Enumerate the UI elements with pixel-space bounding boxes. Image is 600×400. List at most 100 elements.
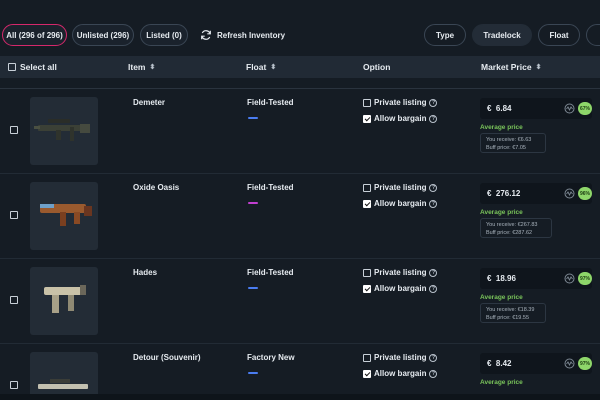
item-wear: Field-Tested xyxy=(247,268,294,277)
private-listing-label: Private listing xyxy=(374,353,427,362)
buff-price: Buff price: €19.55 xyxy=(486,315,530,321)
private-listing-option[interactable]: Private listing? xyxy=(363,98,438,107)
average-price-label: Average price xyxy=(480,294,523,301)
sort-icon: ⬍ xyxy=(149,64,156,71)
price-input[interactable]: € 276.12 96% xyxy=(480,183,592,204)
item-wear: Factory New xyxy=(247,353,295,362)
private-listing-option[interactable]: Private listing? xyxy=(363,268,438,277)
price-input[interactable]: € 6.84 67% xyxy=(480,98,592,119)
info-icon[interactable]: ? xyxy=(429,114,438,123)
filter-tradelock-label: Tradelock xyxy=(483,30,521,40)
top-bar: All (296 of 296) Unlisted (296) Listed (… xyxy=(0,0,600,52)
allow-bargain-option[interactable]: Allow bargain? xyxy=(363,369,438,378)
sort-icon: ⬍ xyxy=(535,64,542,71)
price-value: € 18.96 xyxy=(487,274,516,283)
private-listing-label: Private listing xyxy=(374,98,427,107)
allow-bargain-label: Allow bargain xyxy=(374,114,427,123)
item-name[interactable]: Demeter xyxy=(133,98,165,107)
average-price-label: Average price xyxy=(480,209,523,216)
filter-tradelock[interactable]: Tradelock xyxy=(472,24,532,46)
private-listing-checkbox[interactable] xyxy=(363,98,371,107)
info-icon[interactable]: ? xyxy=(429,369,438,378)
row-checkbox[interactable] xyxy=(10,296,18,304)
table-row[interactable]: Demeter Field-Tested Private listing? Al… xyxy=(0,89,600,174)
allow-bargain-checkbox[interactable] xyxy=(363,284,371,293)
allow-bargain-checkbox[interactable] xyxy=(363,199,371,208)
allow-bargain-checkbox[interactable] xyxy=(363,369,371,378)
item-image xyxy=(30,97,98,165)
chart-icon[interactable] xyxy=(564,103,575,114)
allow-bargain-option[interactable]: Allow bargain? xyxy=(363,199,438,208)
price-value: € 276.12 xyxy=(487,189,521,198)
pistol-icon xyxy=(44,285,86,313)
average-price-label: Average price xyxy=(480,379,523,386)
item-image xyxy=(30,182,98,250)
chart-icon[interactable] xyxy=(564,188,575,199)
filter-type[interactable]: Type xyxy=(424,24,466,46)
item-name[interactable]: Hades xyxy=(133,268,157,277)
column-item[interactable]: Item ⬍ xyxy=(128,56,155,78)
private-listing-label: Private listing xyxy=(374,183,427,192)
info-icon[interactable]: ? xyxy=(429,98,438,107)
column-item-label: Item xyxy=(128,62,146,72)
filter-float-label: Float xyxy=(549,30,569,40)
price-input[interactable]: € 8.42 97% xyxy=(480,353,592,374)
receive-amount: You receive: €18.39 xyxy=(486,307,535,313)
column-float[interactable]: Float ⬍ xyxy=(246,56,276,78)
refresh-label: Refresh Inventory xyxy=(217,30,286,40)
select-all[interactable]: Select all xyxy=(8,56,57,78)
receive-info: You receive: €18.39 Buff price: €19.55 xyxy=(480,303,546,323)
allow-bargain-option[interactable]: Allow bargain? xyxy=(363,114,438,123)
allow-bargain-option[interactable]: Allow bargain? xyxy=(363,284,438,293)
info-icon[interactable]: ? xyxy=(429,183,438,192)
tab-listed-label: Listed (0) xyxy=(146,30,182,40)
row-checkbox[interactable] xyxy=(10,211,18,219)
buff-price: Buff price: €7.05 xyxy=(486,145,526,151)
table-row[interactable]: Oxide Oasis Field-Tested Private listing… xyxy=(0,174,600,259)
filter-type-label: Type xyxy=(435,30,455,40)
price-value: € 8.42 xyxy=(487,359,512,368)
sort-icon: ⬍ xyxy=(270,64,277,71)
chart-icon[interactable] xyxy=(564,273,575,284)
info-icon[interactable]: ? xyxy=(429,284,438,293)
tab-listed[interactable]: Listed (0) xyxy=(140,24,188,46)
row-checkbox[interactable] xyxy=(10,126,18,134)
tab-all-label: All (296 of 296) xyxy=(6,30,63,40)
info-icon[interactable]: ? xyxy=(429,199,438,208)
item-image xyxy=(30,352,98,400)
filter-more[interactable] xyxy=(586,24,600,46)
chart-icon[interactable] xyxy=(564,358,575,369)
allow-bargain-label: Allow bargain xyxy=(374,284,427,293)
column-market-price[interactable]: Market Price ⬍ xyxy=(481,56,541,78)
private-listing-option[interactable]: Private listing? xyxy=(363,183,438,192)
item-image xyxy=(30,267,98,335)
bottom-edge xyxy=(0,394,600,400)
receive-amount: You receive: €267.83 xyxy=(486,222,538,228)
info-icon[interactable]: ? xyxy=(429,353,438,362)
private-listing-checkbox[interactable] xyxy=(363,183,371,192)
table-row[interactable]: Detour (Souvenir) Factory New Private li… xyxy=(0,344,600,400)
private-listing-checkbox[interactable] xyxy=(363,268,371,277)
private-listing-option[interactable]: Private listing? xyxy=(363,353,438,362)
item-name[interactable]: Oxide Oasis xyxy=(133,183,179,192)
tab-all[interactable]: All (296 of 296) xyxy=(2,24,67,46)
receive-info: You receive: €6.63 Buff price: €7.05 xyxy=(480,133,546,153)
price-percent-badge: 96% xyxy=(578,187,592,200)
refresh-icon xyxy=(201,30,211,40)
info-icon[interactable]: ? xyxy=(429,268,438,277)
item-name[interactable]: Detour (Souvenir) xyxy=(133,353,201,362)
private-listing-checkbox[interactable] xyxy=(363,353,371,362)
float-indicator xyxy=(248,117,258,119)
smg-icon xyxy=(40,204,92,226)
refresh-inventory-button[interactable]: Refresh Inventory xyxy=(200,24,285,46)
column-market-price-label: Market Price xyxy=(481,62,532,72)
price-percent-badge: 67% xyxy=(578,102,592,115)
filter-float[interactable]: Float xyxy=(538,24,580,46)
table-row[interactable]: Hades Field-Tested Private listing? Allo… xyxy=(0,259,600,344)
allow-bargain-checkbox[interactable] xyxy=(363,114,371,123)
row-checkbox[interactable] xyxy=(10,381,18,389)
tab-unlisted[interactable]: Unlisted (296) xyxy=(72,24,134,46)
select-all-checkbox[interactable] xyxy=(8,63,16,71)
price-input[interactable]: € 18.96 97% xyxy=(480,268,592,289)
allow-bargain-label: Allow bargain xyxy=(374,199,427,208)
